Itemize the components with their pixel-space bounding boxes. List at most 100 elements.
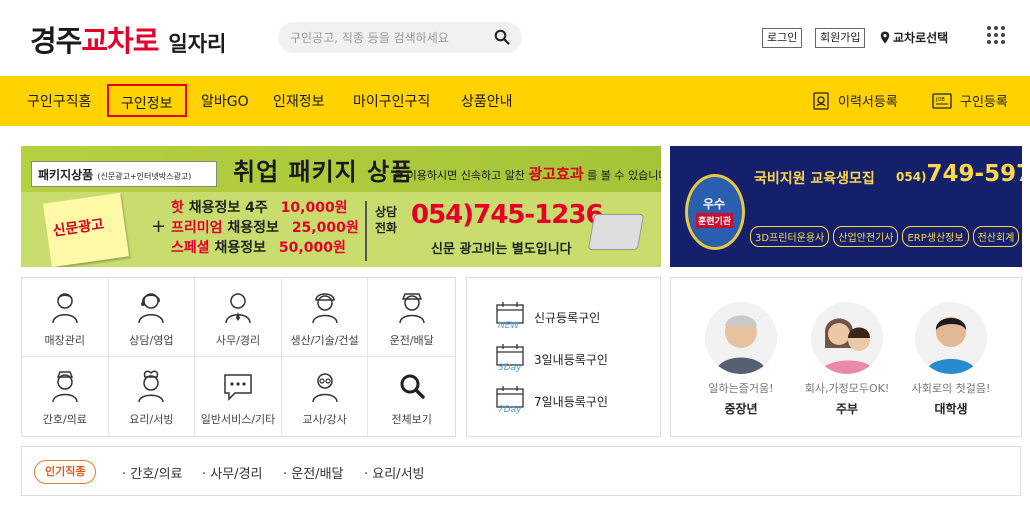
search-input[interactable] (290, 22, 485, 53)
category-driving[interactable]: 운전/배달 (368, 278, 455, 357)
group-tagline: 일하는즐거움! (708, 382, 774, 395)
price-row-label: 채용정보 (214, 240, 267, 256)
job-doc-icon: JOB (932, 92, 952, 109)
category-label: 운전/배달 (389, 334, 434, 347)
group-tagline: 회사,가정모두OK! (804, 382, 890, 395)
category-cooking[interactable]: 요리/서빙 (109, 357, 196, 436)
fax-machine-icon (587, 214, 645, 250)
headline-sub-pre: 을 이용하시면 신속하고 알찬 (393, 169, 525, 182)
popular-link-office[interactable]: · 사무/경리 (202, 463, 263, 482)
price-row-kind: 스페셜 (171, 240, 210, 256)
seal-top: 우수 (703, 197, 726, 211)
nav-item-products[interactable]: 상품안내 (461, 91, 513, 111)
chat-bubble-icon (224, 374, 252, 401)
resume-register-link[interactable]: 이력서등록 (812, 91, 898, 110)
price-row-price: 50,000원 (278, 240, 346, 256)
logo-text-city: 경주 (30, 24, 82, 58)
location-select[interactable]: 교차로선택 (880, 29, 948, 46)
category-label: 전체보기 (391, 413, 432, 426)
login-button[interactable]: 로그인 (762, 28, 803, 48)
nav-item-albago[interactable]: 알바GO (201, 91, 249, 111)
resume-icon (813, 91, 829, 110)
logo-text-jobs: 일자리 (168, 32, 227, 56)
package-product-banner[interactable]: 패키지상품 (신문광고+인터넷박스광고) 취업 패키지 상품 을 이용하시면 신… (21, 146, 661, 267)
counselor-icon (138, 293, 165, 324)
three-day-jobs-label: 3일내등록구인 (534, 352, 608, 367)
group-homemaker[interactable]: 회사,가정모두OK! 주부 (802, 302, 892, 417)
popular-jobs-badge: 인기직종 (34, 460, 97, 484)
site-logo[interactable]: 경주 교차로 일자리 (30, 18, 226, 60)
search-icon[interactable] (494, 29, 510, 45)
sticky-note-label: 신문광고 (51, 216, 106, 240)
main-nav: 구인구직홈 구인정보 알바GO 인재정보 마이구인구직 상품안내 이력서등록 J… (0, 76, 1030, 126)
sticky-note: 신문광고 (42, 192, 130, 267)
headline-sub-emphasis: 광고효과 (528, 165, 584, 183)
course-tag: ERP생산정보 (902, 226, 969, 247)
store-manager-icon (52, 293, 78, 324)
group-tagline: 사회로의 첫걸음! (911, 382, 991, 395)
category-nursing[interactable]: 간호/의료 (22, 357, 109, 436)
category-label: 생산/기술/건설 (290, 334, 359, 347)
map-pin-icon (880, 31, 890, 44)
price-row-label: 채용정보 4주 (188, 200, 268, 216)
svg-text:JOB: JOB (935, 97, 945, 103)
call-label-line1: 상담 (375, 205, 398, 219)
seven-day-jobs-link[interactable]: 7Day 7일내등록구인 (496, 386, 608, 416)
price-row-price: 25,000원 (291, 220, 359, 236)
nav-item-home[interactable]: 구인구직홈 (27, 91, 91, 111)
group-name: 주부 (835, 402, 859, 416)
calendar-badge: 7Day (498, 405, 522, 415)
package-tag-label: 패키지상품 (38, 168, 94, 182)
homemaker-photo (811, 302, 883, 374)
popular-link-cooking[interactable]: · 요리/서빙 (364, 463, 425, 482)
banner-divider (365, 201, 367, 261)
nav-item-talent-info[interactable]: 인재정보 (273, 91, 325, 111)
category-label: 간호/의료 (42, 413, 87, 426)
price-row: 핫 채용정보 4주 10,000원 (171, 198, 359, 218)
plus-sign: + (151, 216, 167, 237)
target-group-panel: 일하는즐거움! 중장년 회사,가정모두OK! 주부 사회로의 첫걸음! 대학생 (670, 277, 1022, 437)
new-jobs-link[interactable]: NEW 신규등록구인 (496, 302, 600, 332)
group-name: 중장년 (724, 402, 758, 416)
category-counseling-sales[interactable]: 상담/영업 (108, 278, 196, 357)
price-row-label: 채용정보 (227, 220, 279, 236)
signup-button[interactable]: 회원가입 (815, 28, 866, 48)
price-row-kind: 프리미엄 (171, 220, 223, 236)
category-store-manager[interactable]: 매장관리 (22, 278, 109, 357)
call-label: 상담 전화 (375, 204, 397, 236)
education-banner[interactable]: 우수 훈련기관 국비지원 교육생모집 054)749-5979 3D프린터운용사… (670, 146, 1022, 267)
search-box (278, 22, 522, 53)
popular-link-driving[interactable]: · 운전/배달 (283, 463, 344, 482)
category-label: 일반서비스/기타 (200, 413, 276, 426)
job-register-link[interactable]: JOB 구인등록 (932, 91, 1008, 110)
calendar-icon: 3Day (496, 344, 526, 374)
price-row-kind: 핫 (171, 200, 184, 216)
nav-item-my-jobs[interactable]: 마이구인구직 (353, 91, 430, 111)
category-general-service[interactable]: 일반서비스/기타 (195, 357, 282, 436)
category-view-all[interactable]: 전체보기 (368, 357, 455, 436)
location-label: 교차로선택 (893, 31, 949, 45)
education-phone-prefix: 054) (896, 170, 927, 184)
popular-link-nursing[interactable]: · 간호/의료 (122, 463, 183, 482)
popular-jobs-bar: 인기직종 · 간호/의료 · 사무/경리 · 운전/배달 · 요리/서빙 (21, 446, 1021, 496)
group-college-student[interactable]: 사회로의 첫걸음! 대학생 (906, 302, 996, 417)
category-label: 매장관리 (44, 334, 86, 347)
job-category-panel: 매장관리 상담/영업 사무/경리 생산/기술/건설 운전/배달 간호/의료 요리… (21, 277, 456, 437)
office-worker-icon (225, 293, 251, 324)
app-grid-menu-icon[interactable] (987, 26, 1005, 44)
three-day-jobs-link[interactable]: 3Day 3일내등록구인 (496, 344, 608, 374)
category-label: 상담/영업 (129, 334, 174, 347)
package-tag: 패키지상품 (신문광고+인터넷박스광고) (31, 161, 217, 187)
category-production[interactable]: 생산/기술/건설 (281, 278, 369, 357)
category-label: 요리/서빙 (129, 413, 174, 426)
nav-item-job-info[interactable]: 구인정보 (107, 84, 187, 117)
course-tag: 산업안전기사 (833, 226, 899, 247)
job-register-label: 구인등록 (960, 95, 1008, 110)
category-office[interactable]: 사무/경리 (195, 278, 282, 357)
teacher-icon (311, 373, 338, 403)
calendar-icon: 7Day (496, 386, 526, 416)
banner-note: 신문 광고비는 별도입니다 (431, 242, 572, 257)
category-teacher[interactable]: 교사/강사 (282, 357, 369, 436)
group-middle-aged[interactable]: 일하는즐거움! 중장년 (696, 302, 786, 417)
category-label: 사무/경리 (215, 334, 261, 347)
